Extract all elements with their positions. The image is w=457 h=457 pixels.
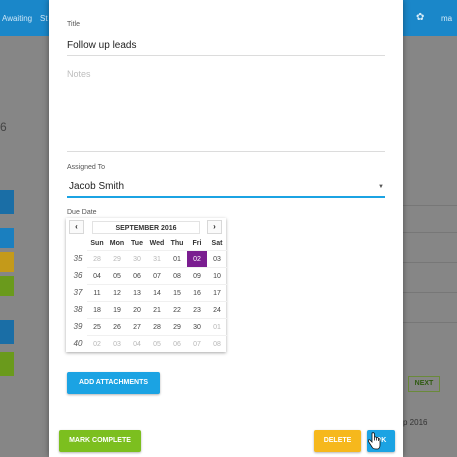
background-divider (403, 205, 457, 206)
calendar-day[interactable]: 10 (207, 267, 227, 284)
topbar-tab-partial[interactable]: St (40, 14, 48, 23)
task-dialog: Title Follow up leads Notes Assigned To … (49, 0, 403, 457)
title-field[interactable]: Follow up leads (67, 40, 136, 51)
assigned-select[interactable]: Jacob Smith (69, 181, 124, 192)
calendar-day[interactable]: 23 (187, 301, 207, 318)
calendar-day[interactable]: 04 (87, 267, 107, 284)
calendar-day[interactable]: 08 (207, 335, 227, 352)
calendar-day[interactable]: 08 (167, 267, 187, 284)
calendar-day[interactable]: 01 (167, 250, 187, 267)
background-block-blue-3 (0, 320, 14, 344)
hand-cursor-icon (368, 432, 381, 450)
background-block-amber (0, 252, 14, 272)
calendar-day[interactable]: 02 (87, 335, 107, 352)
caret-down-icon[interactable]: ▼ (378, 184, 384, 190)
week-number: 36 (73, 271, 83, 280)
week-number: 38 (73, 305, 83, 314)
calendar-day[interactable]: 25 (87, 318, 107, 335)
calendar-day[interactable]: 05 (107, 267, 127, 284)
assigned-label: Assigned To (67, 164, 106, 171)
calendar-day[interactable]: 30 (127, 250, 147, 267)
calendar-day[interactable]: 05 (147, 335, 167, 352)
month-title[interactable]: SEPTEMBER 2016 (92, 221, 200, 234)
calendar-day[interactable]: 20 (127, 301, 147, 318)
calendar-day[interactable]: 01 (207, 318, 227, 335)
week-number: 39 (73, 322, 83, 331)
calendar-day[interactable]: 29 (107, 250, 127, 267)
calendar-day[interactable]: 12 (107, 284, 127, 301)
weekday-label: Wed (149, 240, 165, 247)
calendar-day[interactable]: 18 (87, 301, 107, 318)
week-number: 40 (73, 339, 83, 348)
weekday-label: Mon (109, 240, 125, 247)
add-attachments-button[interactable]: ADD ATTACHMENTS (67, 372, 160, 394)
calendar-day[interactable]: 07 (147, 267, 167, 284)
title-label: Title (67, 21, 80, 28)
background-date-fragment: p 2016 (403, 418, 428, 427)
calendar-day[interactable]: 04 (127, 335, 147, 352)
background-block-green (0, 276, 14, 296)
background-block-blue (0, 190, 14, 214)
calendar-day[interactable]: 06 (127, 267, 147, 284)
weekday-label: Sun (90, 240, 104, 247)
calendar-day[interactable]: 21 (147, 301, 167, 318)
notes-field[interactable]: Notes (67, 69, 91, 79)
calendar-day[interactable]: 30 (187, 318, 207, 335)
background-divider (403, 292, 457, 293)
background-number: 6 (0, 120, 7, 134)
calendar-day[interactable]: 27 (127, 318, 147, 335)
weekday-label: Thu (170, 240, 184, 247)
calendar-day[interactable]: 13 (127, 284, 147, 301)
calendar-day[interactable]: 15 (167, 284, 187, 301)
weekday-label: Sat (211, 240, 223, 247)
chevron-left-icon[interactable]: ‹ (69, 220, 84, 234)
calendar-day[interactable]: 29 (167, 318, 187, 335)
weekday-label: Fri (192, 240, 202, 247)
calendar-day[interactable]: 28 (87, 250, 107, 267)
calendar-day[interactable]: 14 (147, 284, 167, 301)
calendar-day[interactable]: 28 (147, 318, 167, 335)
calendar-day[interactable]: 16 (187, 284, 207, 301)
calendar-day[interactable]: 03 (107, 335, 127, 352)
calendar-day[interactable]: 22 (167, 301, 187, 318)
chevron-right-icon[interactable]: › (207, 220, 222, 234)
calendar-day[interactable]: 26 (107, 318, 127, 335)
date-picker: ‹ SEPTEMBER 2016 › Sun Mon Tue Wed Thu Fri Sat… (66, 218, 227, 352)
calendar-day[interactable]: 06 (167, 335, 187, 352)
date-picker-header: ‹ SEPTEMBER 2016 › (66, 218, 226, 236)
calendar-day[interactable]: 31 (147, 250, 167, 267)
background-divider (403, 232, 457, 233)
gear-icon[interactable]: ✿ (416, 12, 424, 23)
calendar-day-selected[interactable]: 02 (187, 250, 207, 267)
weekday-label: Tue (131, 240, 143, 247)
topbar-user[interactable]: ma (441, 14, 452, 23)
background-block-blue-2 (0, 228, 14, 248)
background-block-green-2 (0, 352, 14, 376)
assigned-underline (67, 196, 385, 198)
title-underline (67, 55, 385, 56)
due-date-label: Due Date (67, 209, 97, 216)
calendar-day[interactable]: 17 (207, 284, 227, 301)
topbar-tab-awaiting[interactable]: Awaiting (2, 14, 32, 23)
calendar-day[interactable]: 11 (87, 284, 107, 301)
calendar-day[interactable]: 19 (107, 301, 127, 318)
background-divider (403, 322, 457, 323)
notes-underline (67, 151, 385, 152)
week-number: 35 (73, 254, 83, 263)
calendar-day[interactable]: 24 (207, 301, 227, 318)
mark-complete-button[interactable]: MARK COMPLETE (59, 430, 141, 452)
delete-button[interactable]: DELETE (314, 430, 361, 452)
calendar-day[interactable]: 09 (187, 267, 207, 284)
background-divider (403, 262, 457, 263)
week-number: 37 (73, 288, 83, 297)
calendar-day[interactable]: 07 (187, 335, 207, 352)
background-next-button[interactable]: NEXT (408, 376, 440, 392)
calendar-day[interactable]: 03 (207, 250, 227, 267)
